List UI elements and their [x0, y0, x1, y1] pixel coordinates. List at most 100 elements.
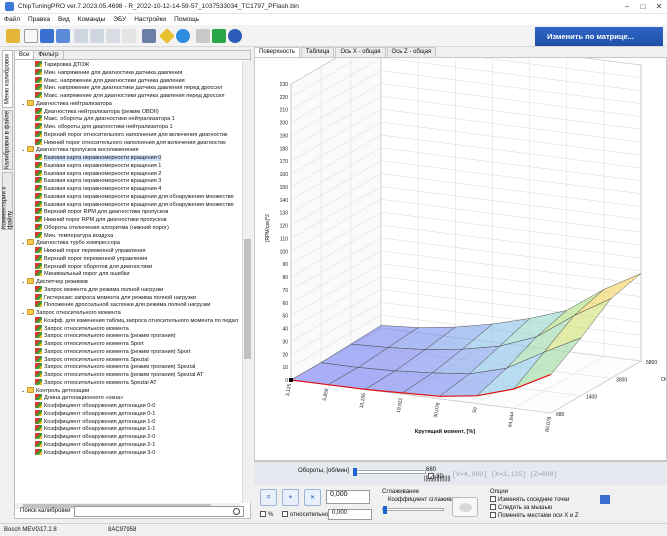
- tree-item[interactable]: Нижний порог относительного наполнения д…: [15, 138, 241, 147]
- tree-vertical-scrollbar[interactable]: [242, 61, 251, 503]
- check-3d-box[interactable]: ✓: [428, 473, 434, 481]
- minimize-button[interactable]: –: [619, 0, 635, 14]
- tree-item[interactable]: Запрос относительного момента (режим тро…: [15, 332, 241, 340]
- tree-item[interactable]: Гистерезис запроса момента для режима по…: [15, 293, 241, 302]
- help-icon[interactable]: [228, 29, 242, 43]
- update-icon[interactable]: [212, 29, 226, 43]
- tree-item[interactable]: Базовая карта неравномерности вращения 0: [15, 154, 241, 162]
- check-3d[interactable]: ✓ 3D: [428, 473, 444, 481]
- copy-icon[interactable]: [74, 29, 88, 43]
- tree-item[interactable]: Базовая карта неравномерности вращения 3: [15, 177, 241, 185]
- tree-item[interactable]: Базовая карта неравномерности вращения д…: [15, 200, 241, 209]
- tree-item[interactable]: Верхний порог относительного наполнения …: [15, 130, 241, 139]
- tree-item[interactable]: Нижний порог RPM для диагностики пропуск…: [15, 216, 241, 224]
- tree-folder[interactable]: ⌄ Диагностика пропусков воспламенения: [15, 146, 241, 154]
- tree-item[interactable]: Запрос относительного момента: [15, 324, 241, 333]
- tree-item[interactable]: Диагностика нейтрализатора (режим OBDII): [15, 107, 241, 116]
- tree-folder[interactable]: ⌄ Диспетчер режимов: [15, 278, 241, 286]
- surface-chart[interactable]: Базовая карта неравномерности вращения 0…: [255, 58, 666, 460]
- search-input[interactable]: [74, 506, 244, 517]
- map-selector-dropdown[interactable]: Изменить по матрице...: [535, 27, 663, 46]
- tab-all[interactable]: Все: [15, 51, 35, 59]
- relative-checkbox[interactable]: [282, 511, 288, 517]
- tree-item[interactable]: Положение дроссельной заслонки для режим…: [15, 301, 241, 309]
- tab-file-comments[interactable]: Комментарии к файлу: [2, 172, 14, 230]
- set-value-button[interactable]: =: [260, 489, 277, 506]
- tab-table[interactable]: Таблица: [300, 47, 335, 57]
- rpm-slider-thumb[interactable]: [353, 468, 357, 476]
- add-value-button[interactable]: +: [282, 489, 299, 506]
- open-folder-icon[interactable]: [6, 29, 20, 43]
- menu-help[interactable]: Помощь: [174, 16, 199, 23]
- value-input[interactable]: 0,000: [326, 490, 370, 504]
- tree-item[interactable]: Мин. напряжение для диагностики датчика …: [15, 84, 241, 92]
- tools-icon[interactable]: [196, 29, 210, 43]
- tree-item[interactable]: Базовая карта неравномерности вращения 4: [15, 185, 241, 193]
- tree-scroll-thumb[interactable]: [244, 239, 251, 359]
- tree-folder[interactable]: ⌄ Запрос относительного момента: [15, 309, 241, 317]
- tree-item[interactable]: Базовая карта неравномерности вращения д…: [15, 192, 241, 201]
- tree-item[interactable]: Коэффициент обнаружения детонации 2-0: [15, 433, 241, 441]
- change-neighbors-checkbox[interactable]: [490, 496, 496, 502]
- tree-folder[interactable]: ⌄ Диагностика нейтрализатора: [15, 99, 241, 108]
- tab-calibration-menu[interactable]: Меню калибровок: [2, 50, 13, 108]
- maximize-button[interactable]: □: [635, 0, 651, 14]
- new-file-icon[interactable]: [24, 29, 38, 43]
- cut-icon[interactable]: [106, 29, 120, 43]
- tree-folder[interactable]: ⌄ Контроль детонации: [15, 386, 241, 395]
- menu-edit[interactable]: Правка: [28, 16, 50, 23]
- tab-filter[interactable]: Фильтр: [34, 51, 64, 59]
- tree-item[interactable]: Коэфф. для изменения таблиц запроса отно…: [15, 316, 241, 325]
- tree-item[interactable]: Запрос относительного момента (режим тро…: [15, 371, 241, 379]
- menu-file[interactable]: Файл: [4, 16, 20, 23]
- grid-icon[interactable]: [600, 495, 610, 504]
- compare-icon[interactable]: [122, 29, 136, 43]
- multiply-value-button[interactable]: ×: [304, 489, 321, 506]
- rpm-slider[interactable]: [353, 468, 426, 476]
- tree-item[interactable]: Тарировка ДТОЖ: [15, 61, 241, 69]
- tree-item[interactable]: Макс. напряжение для диагностики датчика…: [15, 76, 241, 85]
- menu-settings[interactable]: Настройки: [134, 16, 166, 23]
- globe-icon[interactable]: [176, 29, 190, 43]
- tab-axis-z[interactable]: Ось Z - общая: [386, 47, 437, 57]
- tree-item[interactable]: Коэффициент обнаружения детонации 3-0: [15, 448, 241, 457]
- paste-icon[interactable]: [90, 29, 104, 43]
- tree-item[interactable]: Макс. обороты для диагностики нейтрализа…: [15, 115, 241, 123]
- checksum-icon[interactable]: [142, 29, 156, 43]
- tree-item[interactable]: Запрос относительного момента (режим тро…: [15, 363, 241, 371]
- tree-item[interactable]: Мин. обороты для диагностики нейтрализат…: [15, 123, 241, 131]
- menu-view[interactable]: Вид: [58, 16, 70, 23]
- option-follow-mouse[interactable]: Следить за мышью: [490, 504, 552, 511]
- smoothing-slider[interactable]: [382, 506, 444, 514]
- save-icon[interactable]: [40, 29, 54, 43]
- tree-item[interactable]: Мин. температура воздуха: [15, 231, 241, 240]
- tree-item[interactable]: Коэффициент обнаружения детонации 0-0: [15, 402, 241, 410]
- tree-item[interactable]: Запрос относительного момента (режим тро…: [15, 347, 241, 356]
- tree-item[interactable]: Верхний порог переменной управления: [15, 254, 241, 263]
- close-button[interactable]: ✕: [651, 0, 667, 14]
- tree-item[interactable]: Коэффициент обнаружения детонации 2-1: [15, 440, 241, 449]
- tab-axis-x[interactable]: Ось X - общая: [335, 47, 386, 57]
- tree-item[interactable]: Коэффициент обнаружения детонации 1-0: [15, 417, 241, 426]
- tree-item[interactable]: Базовая карта неравномерности вращения 2: [15, 169, 241, 178]
- follow-mouse-checkbox[interactable]: [490, 504, 496, 510]
- tree-item[interactable]: Запрос относительного момента Sport: [15, 340, 241, 348]
- smooth-button[interactable]: [452, 497, 478, 517]
- tree-item[interactable]: Обороты отключения алгоритма (нижний пор…: [15, 223, 241, 232]
- tree-item[interactable]: Верхний порог оборотов для диагностики: [15, 262, 241, 271]
- tree-item[interactable]: Запрос относительного момента Spezial AT: [15, 378, 241, 387]
- relative-input[interactable]: 0,000: [328, 509, 372, 520]
- option-change-neighbors[interactable]: Изменять соседние точки: [490, 496, 569, 503]
- tree-item[interactable]: Минимальный порог для ошибки: [15, 270, 241, 278]
- tab-file-calibrations[interactable]: Калибровки в файле: [2, 110, 13, 170]
- tab-surface[interactable]: Поверхность: [254, 47, 300, 57]
- tree-item[interactable]: Длина детонационного «окна»: [15, 394, 241, 402]
- percent-option[interactable]: %: [260, 511, 273, 518]
- swap-axes-checkbox[interactable]: [490, 512, 496, 518]
- menu-commands[interactable]: Команды: [78, 16, 106, 23]
- relative-option[interactable]: относительно: [282, 511, 328, 518]
- tree-item[interactable]: Запрос момента для режима полной нагрузк…: [15, 285, 241, 294]
- tree-item[interactable]: Верхний порог RPM для диагностики пропус…: [15, 208, 241, 216]
- percent-checkbox[interactable]: [260, 511, 266, 517]
- save-as-icon[interactable]: [56, 29, 70, 43]
